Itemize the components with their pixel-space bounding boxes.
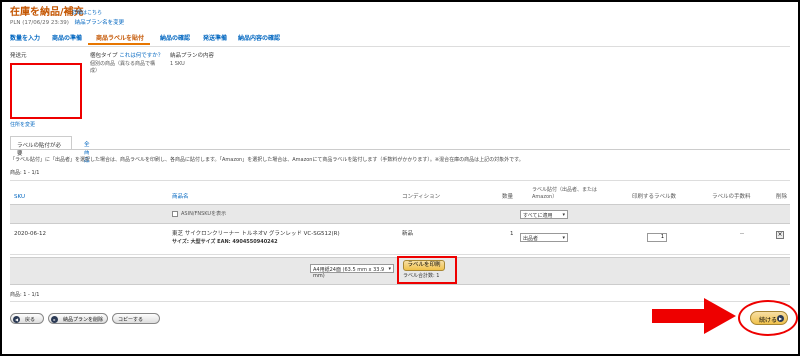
delete-row-icon[interactable]: × — [776, 231, 784, 239]
pagination-top: 商品: 1 - 1/1 — [10, 170, 40, 176]
apply-all-value: すべてに適用 — [523, 213, 553, 219]
col-label-by-2: Amazon） — [532, 194, 558, 200]
page-frame: 在庫を納品/補充 詳細はこちら PLN (17/06/29 23:39) 納品プ… — [2, 2, 798, 354]
row-label-by-value: 出品者 — [523, 236, 539, 242]
back-arrow-icon: ◀ — [13, 316, 20, 323]
steps-divider — [10, 46, 790, 47]
step-review[interactable]: 納品内容の確認 — [238, 33, 280, 42]
row-print-count-input[interactable]: 1 — [647, 233, 667, 242]
step-ship-prep[interactable]: 発送準備 — [203, 33, 227, 42]
continue-arrow-icon: ▶ — [777, 315, 784, 322]
tab-divider — [10, 149, 790, 150]
col-product[interactable]: 商品名 — [172, 194, 189, 201]
plan-id-text: PLN (17/06/29 23:39) — [10, 20, 69, 26]
packing-type-value-1: 個別の商品（異なる商品で構 — [90, 61, 156, 67]
row-condition: 新品 — [402, 231, 414, 237]
copy-button[interactable]: コピーする — [112, 313, 160, 324]
row-sku: 2020-06-12 — [14, 231, 46, 237]
packing-type-value-2: 成） — [90, 68, 101, 74]
details-link[interactable]: 詳細はこちら — [72, 11, 102, 16]
col-sku[interactable]: SKU — [14, 194, 25, 201]
packing-type-label: 梱包タイプ これは何ですか？ — [90, 53, 163, 60]
apply-all-row — [10, 204, 790, 224]
back-label: 戻る — [25, 317, 36, 323]
asin-toggle-label: ASIN/FNSKUを表示 — [181, 211, 227, 217]
row-product-name: 東芝 サイクロンクリーナー トルネオV グランレッド VC-SG512(R) — [172, 231, 340, 237]
packing-help-link[interactable]: これは何ですか？ — [119, 53, 163, 59]
ship-from-address-redacted — [10, 63, 82, 119]
continue-button[interactable]: 続ける ▶ — [750, 311, 788, 325]
ship-from-label: 発送元 — [10, 53, 27, 59]
col-condition: コンディション — [402, 194, 441, 200]
step-label[interactable]: 商品ラベルを貼付 — [96, 33, 144, 42]
label-notice: 「ラベル貼付」に「出品者」を選択した場合は、商品ラベルを印刷し、各商品に貼付しま… — [10, 157, 524, 163]
delete-plan-label: 納品プランを削除 — [63, 317, 104, 323]
step-confirm[interactable]: 納品の確認 — [160, 33, 190, 42]
copy-label: コピーする — [118, 317, 144, 323]
packing-type-text: 梱包タイプ — [90, 53, 118, 59]
continue-label: 続ける — [759, 317, 778, 324]
tab-all-products[interactable]: 全商品 — [78, 136, 96, 164]
row-product-details: サイズ: 大型サイズ EAN: 4904550940242 — [172, 239, 278, 245]
print-labels-button[interactable]: ラベルを印刷 — [403, 260, 445, 271]
back-button[interactable]: ◀ 戻る — [10, 313, 44, 324]
red-arrow-icon — [652, 298, 736, 334]
change-address-link[interactable]: 住所を変更 — [10, 123, 35, 128]
tab-needs-label[interactable]: ラベルの貼付が必要 — [10, 136, 72, 157]
active-step-underline — [88, 43, 150, 45]
table-top-divider — [10, 180, 790, 181]
apply-all-select[interactable]: すべてに適用 — [520, 210, 568, 219]
workflow-steps: 数量を入力 商品の準備 商品ラベルを貼付 納品の確認 発送準備 納品内容の確認 — [10, 33, 798, 45]
rename-plan-link[interactable]: 納品プラン名を変更 — [75, 20, 125, 26]
row-label-by-select[interactable]: 出品者 — [520, 233, 568, 242]
plan-id: PLN (17/06/29 23:39) 納品プラン名を変更 — [10, 20, 125, 27]
paper-size-select[interactable]: A4用紙24面 (63.5 mm x 33.9 mm) — [310, 264, 394, 279]
col-quantity: 数量 — [502, 194, 514, 200]
step-prepare[interactable]: 商品の準備 — [52, 33, 82, 42]
col-fee: ラベルの手数料 — [712, 194, 751, 200]
asin-toggle-checkbox[interactable] — [172, 211, 178, 217]
pagination-bottom: 商品: 1 - 1/1 — [10, 292, 40, 298]
delete-plan-button[interactable]: ▸ 納品プランを削除 — [48, 313, 108, 324]
row-quantity: 1 — [510, 231, 514, 237]
step-quantity[interactable]: 数量を入力 — [10, 33, 40, 42]
col-label-by: ラベル貼付（出品者、または — [532, 187, 598, 193]
row-fee: -- — [740, 231, 744, 237]
col-print-count: 印刷するラベル数 — [632, 194, 677, 200]
label-total: ラベル合計数: 1 — [403, 273, 440, 279]
row-divider — [10, 254, 790, 255]
plan-content-label: 納品プランの内容 — [170, 53, 215, 59]
col-delete: 削除 — [776, 194, 788, 200]
plan-content-value: 1 SKU — [170, 61, 185, 67]
delete-plan-icon: ▸ — [51, 316, 58, 323]
